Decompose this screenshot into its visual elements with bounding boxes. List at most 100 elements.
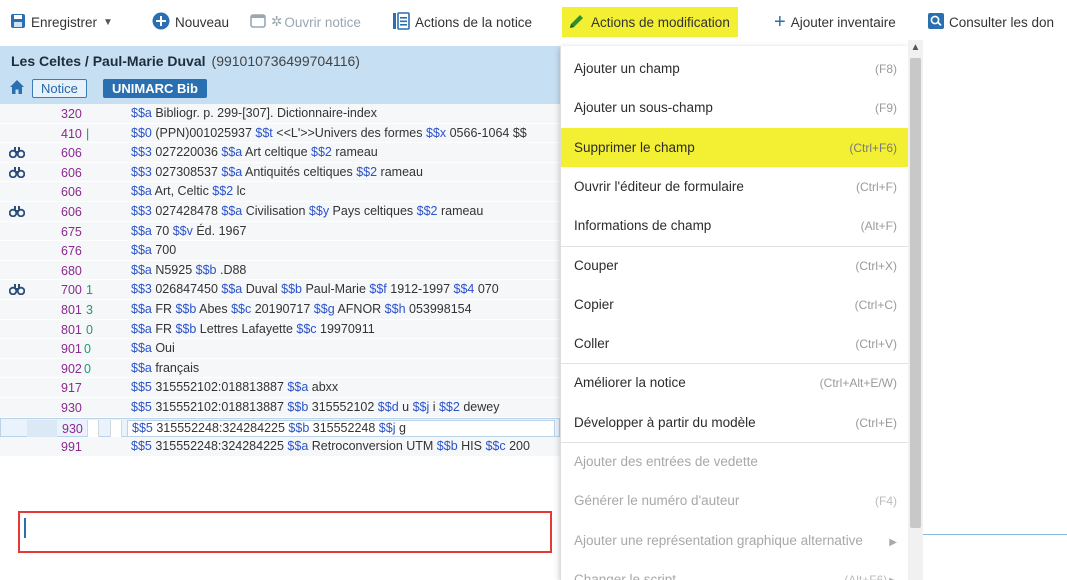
new-label: Nouveau — [175, 14, 230, 30]
field-tag: 801 — [61, 303, 82, 317]
field-content: $$a 70 $$v Éd. 1967 — [131, 223, 247, 238]
menu-item-2[interactable]: Supprimer le champ (Ctrl+F6) — [561, 127, 908, 167]
table-row[interactable]: 676 $$a 700 — [0, 241, 560, 261]
binoculars-icon[interactable] — [8, 283, 26, 296]
menu-item-label: Ajouter des entrées de vedette — [574, 454, 758, 469]
menu-item-label: Ajouter un champ — [574, 61, 680, 76]
table-row[interactable]: 606 $$3 027220036 $$a Art celtique $$2 ra… — [0, 143, 560, 163]
sparkle-icon: ✲ — [271, 14, 283, 29]
table-row[interactable]: 991 $$5 315552248:324284225 $$a Retroconv… — [0, 437, 560, 457]
binoculars-icon[interactable] — [8, 205, 26, 218]
toolbar: Enregistrer ▼ Nouveau ✲ Ouvrir notice Ac… — [0, 0, 1067, 46]
consult-label: Consulter les don — [949, 14, 1055, 30]
add-inventory-button[interactable]: + Ajouter inventaire — [774, 10, 896, 34]
menu-item-4[interactable]: Informations de champ (Alt+F) — [561, 206, 908, 245]
menu-item-right: (Ctrl+V) — [855, 336, 897, 351]
table-row[interactable]: 801 3 $$a FR $$b Abes $$c 20190717 $$g AFN… — [0, 300, 560, 320]
field-tag: 801 — [61, 322, 82, 337]
menu-item-0[interactable]: Ajouter un champ (F8) — [561, 49, 908, 88]
consult-button[interactable]: Consulter les don — [928, 10, 1054, 34]
save-button[interactable]: Enregistrer ▼ — [10, 10, 113, 34]
table-row[interactable]: 680 $$a N5925 $$b .D88 — [0, 260, 560, 281]
menu-item-shortcut: (Ctrl+F) — [856, 179, 897, 194]
table-row[interactable]: 606 $$3 027428478 $$a Civilisation $$y Pa… — [0, 202, 560, 222]
menu-item-label: Améliorer la notice — [574, 375, 686, 391]
menu-item-7[interactable]: Coller (Ctrl+V) — [561, 324, 908, 363]
binoculars-icon[interactable] — [8, 146, 26, 159]
menu-item-right: (Alt+F) — [861, 218, 897, 233]
menu-item-8[interactable]: Améliorer la notice (Ctrl+Alt+E/W) — [561, 363, 908, 402]
home-icon[interactable] — [9, 79, 25, 95]
table-row[interactable]: 917 $$5 315552102:018813887 $$a abxx — [0, 378, 560, 398]
menu-item-10[interactable]: Ajouter des entrées de vedette — [561, 442, 908, 481]
row-cursor — [24, 518, 26, 538]
new-button[interactable]: Nouveau — [152, 10, 229, 34]
table-row[interactable]: 801 0 $$a FR $$b Lettres Lafayette $$c 199… — [0, 319, 560, 340]
indicator2-box[interactable] — [110, 419, 122, 437]
menu-item-right: (Ctrl+C) — [855, 297, 897, 312]
record-title-text: Les Celtes / Paul-Marie Duval — [11, 53, 206, 69]
binoculars-icon[interactable] — [8, 166, 26, 178]
menu-item-9[interactable]: Développer à partir du modèle (Ctrl+E) — [561, 403, 908, 442]
tab-notice[interactable]: Notice — [32, 79, 87, 98]
table-row[interactable]: 606 $$a Art, Celtic $$2 lc — [0, 182, 560, 202]
highlight-frame — [18, 511, 552, 553]
field-content: $$3 026847450 $$a Duval $$b Paul-Marie $… — [131, 282, 499, 297]
menu-item-shortcut: (Ctrl+F6) — [849, 140, 897, 155]
field-content: $$3 027428478 $$a Civilisation $$y Pays … — [131, 204, 484, 218]
field-content: $$5 315552102:018813887 $$b 315552102 $$… — [131, 400, 500, 414]
menu-item-6[interactable]: Copier (Ctrl+C) — [561, 285, 908, 324]
menu-scroll-thumb[interactable] — [910, 58, 921, 528]
edit-actions-menu: Ajouter un champ (F8) Ajouter un sous-cham… — [560, 46, 908, 580]
menu-item-13[interactable]: Changer le script (Alt+F6)▶ — [561, 560, 908, 580]
add-inventory-label: Ajouter inventaire — [790, 14, 896, 30]
table-row[interactable]: 901 0 $$a Oui — [0, 339, 560, 359]
chevron-down-icon[interactable]: ▼ — [103, 17, 113, 28]
field-tag: 606 — [61, 165, 82, 180]
list-icon — [392, 11, 410, 33]
indicator1-box[interactable] — [87, 419, 99, 437]
field-content: $$3 027220036 $$a Art celtique $$2 ramea… — [131, 145, 378, 160]
notice-actions-button[interactable]: Actions de la notice — [392, 10, 532, 34]
menu-item-3[interactable]: Ouvrir l'éditeur de formulaire (Ctrl+F) — [561, 167, 908, 206]
open-notice-button[interactable]: ✲ Ouvrir notice — [250, 10, 361, 34]
menu-item-label: Supprimer le champ — [574, 139, 695, 155]
table-row[interactable]: 320 $$a Bibliogr. p. 299-[307]. Dictionna… — [0, 104, 560, 124]
table-row[interactable]: 410 | $$0 (PPN)001025937 $$t <<L'>>Univers… — [0, 123, 560, 144]
table-row[interactable]: 902 0 $$a français — [0, 358, 560, 379]
plus-circle-icon — [152, 12, 170, 33]
menu-item-5[interactable]: Couper (Ctrl+X) — [561, 246, 908, 285]
field-tag: 606 — [61, 205, 82, 219]
field-content: $$a 700 — [131, 243, 177, 258]
edit-actions-button[interactable]: Actions de modification — [562, 7, 738, 37]
save-label: Enregistrer — [31, 14, 98, 30]
table-row[interactable]: 700 1 $$3 026847450 $$a Duval $$b Paul-Mar… — [0, 280, 560, 300]
table-row-editing[interactable]: 930 $$5 315552248:324284225 $$b 315552248… — [0, 417, 560, 438]
open-notice-label: Ouvrir notice — [284, 14, 361, 30]
menu-item-1[interactable]: Ajouter un sous-champ (F9) — [561, 88, 908, 127]
field-tag: 320 — [61, 107, 82, 121]
field-tag: 606 — [61, 146, 82, 161]
field-content: $$3 027308537 $$a Antiquités celtiques $… — [131, 164, 423, 179]
tab-unimarc-bib[interactable]: UNIMARC Bib — [103, 79, 207, 98]
menu-item-right: (Ctrl+F) — [856, 179, 897, 194]
notice-actions-label: Actions de la notice — [415, 14, 533, 30]
tag-edit-box[interactable] — [27, 419, 57, 437]
record-header: Les Celtes / Paul-Marie Duval (9910107364… — [0, 46, 560, 104]
chevron-right-icon: ▶ — [889, 576, 897, 580]
field-tag: 917 — [61, 381, 82, 396]
menu-item-12[interactable]: Ajouter une représentation graphique alt… — [561, 521, 908, 560]
scroll-up-icon[interactable]: ▲ — [908, 40, 923, 55]
menu-item-shortcut: (F9) — [875, 101, 897, 116]
menu-item-11[interactable]: Générer le numéro d'auteur (F4) — [561, 481, 908, 520]
field-content: $$a FR $$b Lettres Lafayette $$c 1997091… — [131, 321, 375, 336]
table-row[interactable]: 675 $$a 70 $$v Éd. 1967 — [0, 221, 560, 242]
field-tag: 930 — [61, 401, 82, 415]
menu-item-shortcut: (Ctrl+V) — [855, 337, 897, 352]
pencil-icon — [568, 12, 586, 33]
search-icon — [928, 12, 944, 32]
table-row[interactable]: 606 $$3 027308537 $$a Antiquités celtique… — [0, 162, 560, 183]
field-indicator: 0 — [86, 322, 93, 337]
table-row[interactable]: 930 $$5 315552102:018813887 $$b 315552102… — [0, 398, 560, 418]
menu-item-shortcut: (Ctrl+E) — [855, 415, 897, 430]
